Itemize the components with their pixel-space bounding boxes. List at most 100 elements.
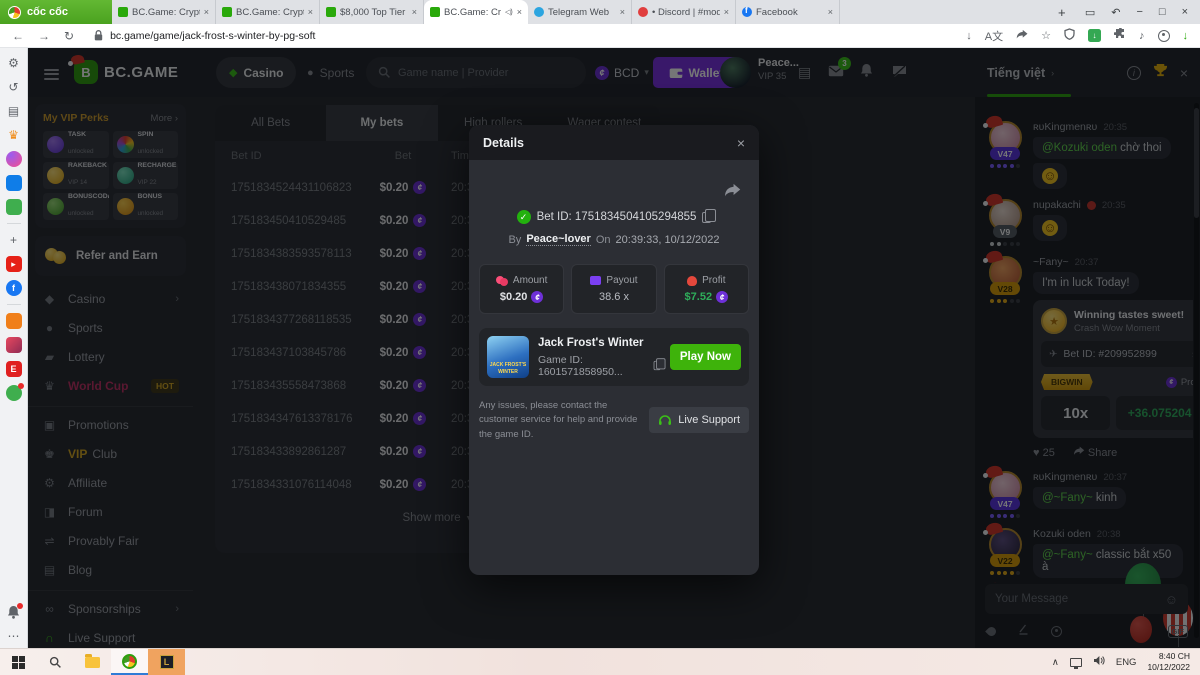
tab-close-icon[interactable]: × [204, 7, 209, 17]
tab-title: Facebook [756, 7, 824, 18]
clock[interactable]: 8:40 CH 10/12/2022 [1147, 651, 1190, 673]
browser-tab[interactable]: Telegram Web ◁) × [528, 0, 632, 24]
profile-icon[interactable] [1158, 30, 1170, 42]
payout-wallet-icon [590, 276, 601, 285]
bet-stats: Amount $0.20 Payout 38.6 x Profit $7.52 [479, 264, 749, 314]
tab-close-icon[interactable]: × [620, 7, 625, 17]
photos-icon[interactable] [6, 337, 22, 353]
zalo-icon[interactable] [6, 175, 22, 191]
tab-title: • Discord | #mod-anno [652, 7, 720, 18]
more-icon[interactable]: ⋯ [6, 628, 22, 644]
back-icon[interactable]: ← [12, 29, 24, 43]
network-icon[interactable] [1070, 658, 1082, 667]
hidden-icons-chevron[interactable]: ∧ [1052, 657, 1059, 668]
tray-date: 10/12/2022 [1147, 662, 1190, 672]
url-field[interactable]: bc.game/game/jack-frost-s-winter-by-pg-s… [94, 30, 954, 42]
facebook-icon[interactable]: f [6, 280, 22, 296]
browser-tabbar: cốc cốc BC.Game: Crypto Casino ◁) × BC.G… [0, 0, 1200, 24]
bcd-coin-icon [531, 291, 543, 303]
support-note: Any issues, please contact the customer … [479, 399, 641, 442]
browser-side-strip: ⚙ ↺ ▤ ♛ + ▸ f E ⋯ [0, 48, 28, 648]
sports-ball-icon[interactable] [6, 385, 22, 401]
extensions-icon[interactable] [1114, 28, 1126, 43]
messenger-icon[interactable] [6, 151, 22, 167]
tab-close-icon[interactable]: × [308, 7, 313, 17]
address-bar-icons: ↓ A文 ☆ ↓ ♪ ↓ [954, 28, 1200, 44]
games-icon[interactable] [6, 199, 22, 215]
amount-coins-icon [496, 276, 508, 285]
tab-audio-icon[interactable]: ◁) [505, 8, 513, 16]
tab-title: $8,000 Top Tier PGSoft M [340, 7, 408, 18]
headset-icon [658, 414, 672, 426]
stat-payout: Payout 38.6 x [571, 264, 656, 314]
tab-close-icon[interactable]: × [412, 7, 417, 17]
start-button[interactable] [0, 649, 37, 675]
tab-favicon [222, 7, 232, 17]
maximize-icon[interactable]: □ [1159, 6, 1166, 18]
shop-icon[interactable] [6, 313, 22, 329]
volume-icon[interactable] [1093, 655, 1105, 669]
tab-favicon [638, 7, 648, 17]
divider [7, 304, 21, 305]
close-window-icon[interactable]: × [1182, 6, 1188, 18]
tab-close-icon[interactable]: × [517, 7, 522, 17]
play-now-button[interactable]: Play Now [670, 344, 741, 370]
league-of-legends-icon[interactable]: L [148, 649, 185, 675]
youtube-icon[interactable]: ▸ [6, 256, 22, 272]
downloads-icon[interactable]: ↓ [1183, 30, 1189, 42]
tab-title: Telegram Web [548, 7, 616, 18]
browser-tab[interactable]: BC.Game: Crypto Cas ◁) × [424, 0, 528, 24]
translate-icon[interactable]: A文 [985, 28, 1003, 44]
url-text[interactable]: bc.game/game/jack-frost-s-winter-by-pg-s… [110, 30, 315, 42]
browser-tab[interactable]: • Discord | #mod-anno ◁) × [632, 0, 736, 24]
bcgame-page: B BC.GAME ◆ Casino ● Sports Game name | … [28, 48, 1200, 648]
game-thumbnail[interactable]: JACK FROST'SWINTER [487, 336, 529, 378]
bookmark-star-icon[interactable]: ☆ [1041, 29, 1051, 42]
modal-close-icon[interactable]: × [737, 135, 745, 151]
modal-title: Details [483, 136, 524, 150]
taskbar-search-icon[interactable] [37, 649, 74, 675]
rewards-crown-icon[interactable]: ♛ [6, 127, 22, 143]
media-control-icon[interactable]: ♪ [1139, 30, 1145, 42]
modal-by-row: By Peace~lover On 20:39:33, 10/12/2022 [469, 233, 759, 246]
window-controls: ▭ ↶ − □ × [1073, 0, 1200, 24]
minimize-icon[interactable]: − [1136, 6, 1142, 18]
share-icon[interactable] [1016, 29, 1028, 43]
language-indicator[interactable]: ENG [1116, 657, 1137, 668]
copy-icon[interactable] [654, 361, 661, 370]
live-support-button[interactable]: Live Support [649, 407, 749, 433]
file-explorer-icon[interactable] [74, 649, 111, 675]
add-shortcut-icon[interactable]: + [6, 232, 22, 248]
coccoc-taskbar-icon[interactable] [111, 649, 148, 675]
copy-icon[interactable] [702, 212, 711, 223]
download-extension-icon[interactable]: ↓ [1088, 29, 1101, 42]
browser-tab[interactable]: BC.Game: Crypto Casino ◁) × [216, 0, 320, 24]
bet-details-modal: Details × ✓ Bet ID: 1751834504105294855 … [469, 125, 759, 575]
forward-icon[interactable]: → [38, 29, 50, 43]
e-app-icon[interactable]: E [6, 361, 22, 377]
tab-favicon [430, 7, 440, 17]
browser-tab[interactable]: Facebook ◁) × [736, 0, 840, 24]
game-title: Jack Frost's Winter [538, 337, 661, 349]
game-id-row: Game ID: 1601571858950... [538, 354, 661, 378]
notifications-bell-icon[interactable] [6, 604, 22, 620]
tab-close-icon[interactable]: × [828, 7, 833, 17]
history-icon[interactable]: ↺ [6, 79, 22, 95]
bet-owner[interactable]: Peace~lover [526, 233, 591, 246]
game-card: JACK FROST'SWINTER Jack Frost's Winter G… [479, 328, 749, 386]
reload-icon[interactable]: ↻ [64, 29, 74, 43]
verified-shield-icon: ✓ [517, 210, 531, 224]
settings-icon[interactable]: ⚙ [6, 55, 22, 71]
new-tab-button[interactable]: + [1051, 0, 1073, 24]
browser-tab[interactable]: $8,000 Top Tier PGSoft M ◁) × [320, 0, 424, 24]
newsfeed-icon[interactable]: ▤ [6, 103, 22, 119]
share-bet-icon[interactable] [724, 183, 741, 203]
save-page-icon[interactable]: ↓ [966, 30, 972, 42]
tab-close-icon[interactable]: × [724, 7, 729, 17]
shield-icon[interactable] [1064, 28, 1075, 43]
recent-tabs-icon[interactable]: ↶ [1111, 6, 1120, 19]
tab-overview-icon[interactable]: ▭ [1085, 6, 1095, 19]
divider [7, 223, 21, 224]
tab-favicon [118, 7, 128, 17]
browser-tab[interactable]: BC.Game: Crypto Casino ◁) × [112, 0, 216, 24]
